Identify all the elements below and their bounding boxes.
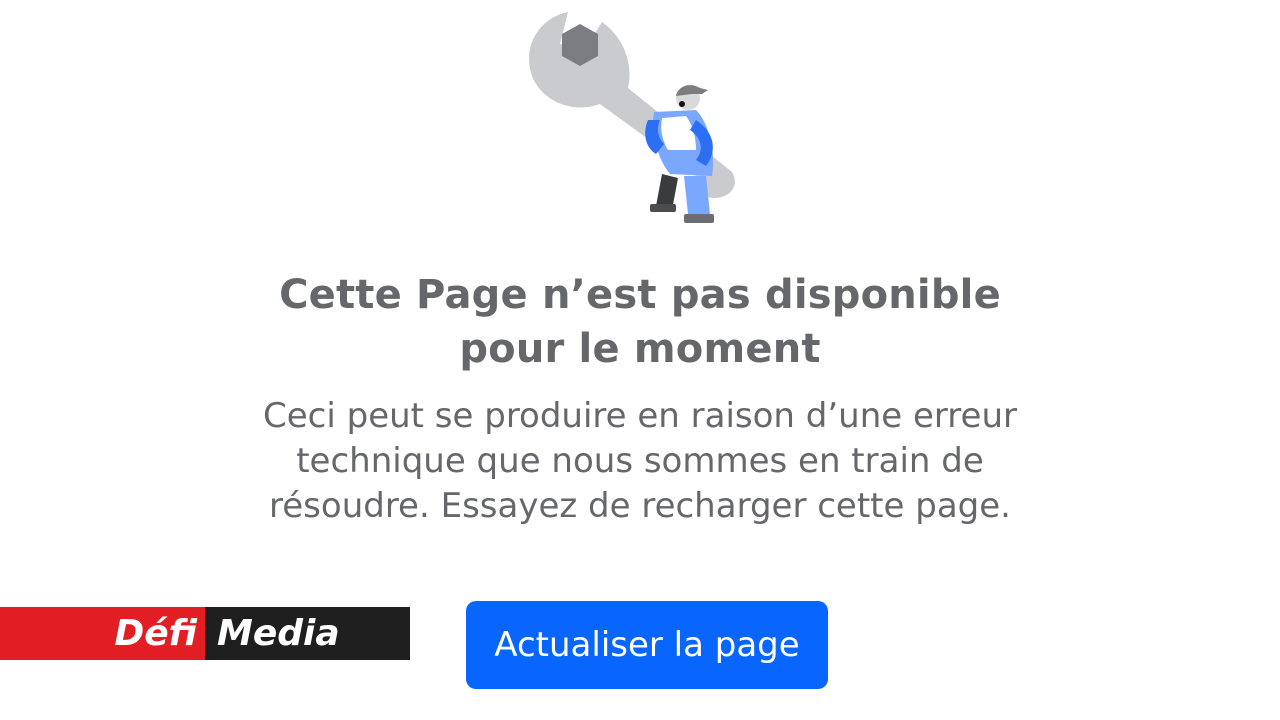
maintenance-illustration-icon (520, 0, 780, 240)
unavailable-page: Cette Page n’est pas disponible pour le … (0, 0, 1280, 720)
page-title: Cette Page n’est pas disponible pour le … (279, 272, 1001, 372)
worker-figure (645, 85, 714, 223)
defi-media-watermark: Défi Media (0, 607, 410, 660)
watermark-defi: Défi (0, 607, 205, 660)
page-subtitle: Ceci peut se produire en raison d’une er… (263, 396, 1017, 526)
watermark-media: Media (205, 607, 410, 660)
error-message: Cette Page n’est pas disponible pour le … (0, 268, 1280, 529)
refresh-page-button[interactable]: Actualiser la page (466, 601, 828, 689)
